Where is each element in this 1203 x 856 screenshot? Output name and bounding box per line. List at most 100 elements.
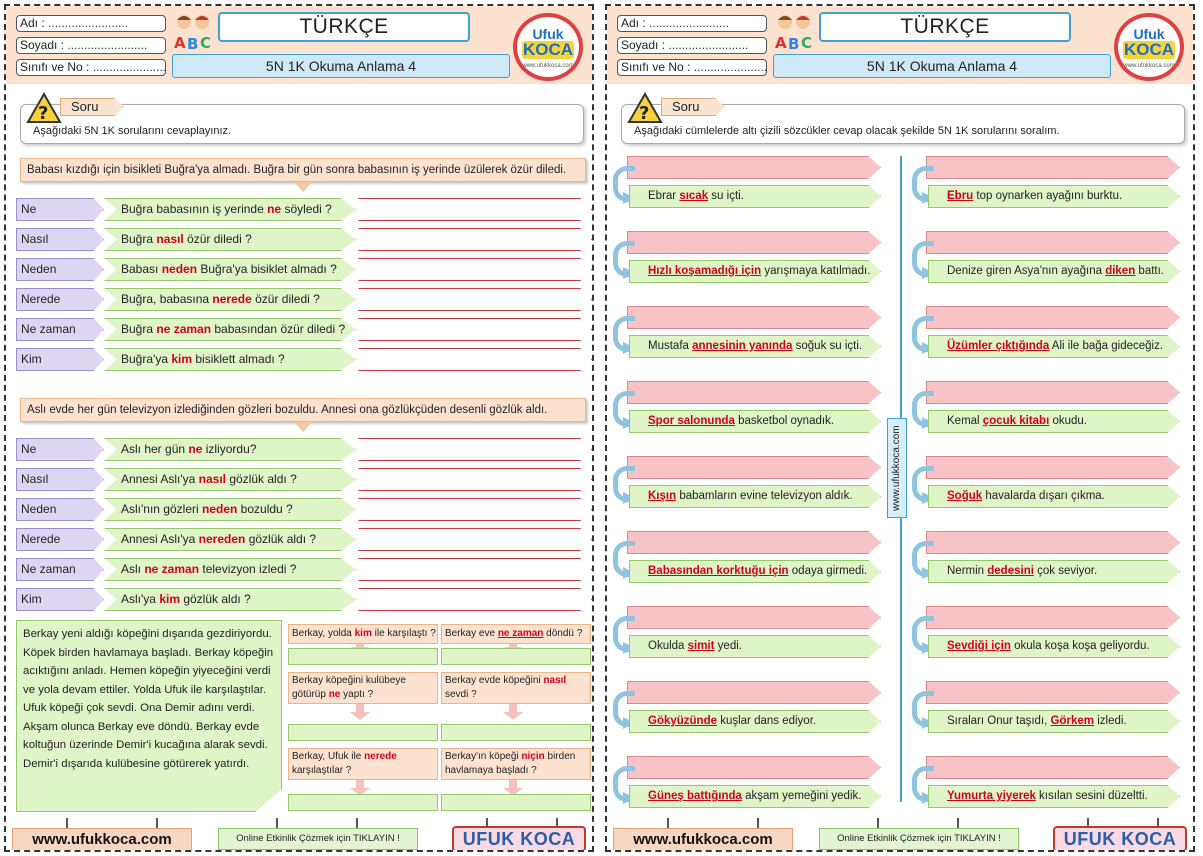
keyword: ne [188,442,203,456]
question-card: Hızlı koşamadığı için yarışmaya katılmad… [613,231,881,293]
ufuk-koca-logo[interactable]: Ufuk KOCA www.ufukkoca.com [513,13,583,81]
mini-answer-field[interactable] [441,648,591,665]
sentence-pre: Babası [121,262,162,276]
question-answer-field[interactable] [627,531,881,554]
ufuk-koca-logo[interactable]: Ufuk KOCA www.ufukkoca.com [1114,13,1184,81]
given-sentence: Yumurta yiyerek kısılan sesini düzeltti. [928,785,1180,808]
online-activity-link[interactable]: Online Etkinlik Çözmek için TIKLAYIN ! [218,828,418,850]
question-answer-field[interactable] [627,756,881,779]
mini-answer-field[interactable] [288,794,438,811]
dots: ........................ [693,60,767,74]
question-answer-field[interactable] [627,156,881,179]
keyword: dedesini [987,565,1034,577]
footer-url[interactable]: www.ufukkoca.com [12,828,192,850]
question-answer-field[interactable] [926,156,1180,179]
keyword: Üzümler çıktığında [947,340,1050,352]
dots: ........................ [668,38,749,52]
answer-field[interactable] [358,528,592,551]
sentence-post: bozuldu ? [237,502,293,516]
sentence-post: söyledi ? [281,202,332,216]
svg-text:?: ? [639,103,649,124]
question-answer-field[interactable] [627,606,881,629]
mini-answer-field[interactable] [288,648,438,665]
svg-text:C: C [801,34,812,52]
answer-field[interactable] [358,228,592,251]
name-field[interactable]: Adı : ........................ [617,15,767,32]
name-field[interactable]: Adı : ........................ [16,15,166,32]
keyword: Spor salonunda [648,415,735,427]
question-card: Gökyüzünde kuşlar dans ediyor. [613,681,881,743]
answer-field[interactable] [358,288,592,311]
keyword: nerede [364,751,397,762]
question-answer-field[interactable] [926,381,1180,404]
answer-field[interactable] [358,588,592,611]
keyword: Güneş battığında [648,790,742,802]
answer-field[interactable] [358,468,592,491]
soru-tag: Soru ? [627,92,727,124]
question-sentence: Aslı ne zaman televizyon izledi ? [104,558,356,581]
sentence-pre: Buğra [121,322,157,336]
mini-question: Berkay evde köpeğini nasıl sevdi ? [441,672,591,704]
name-label: Adı : [20,16,45,30]
answer-field[interactable] [358,498,592,521]
question-answer-field[interactable] [926,606,1180,629]
surname-field[interactable]: Soyadı : ........................ [16,37,166,54]
surname-field[interactable]: Soyadı : ........................ [617,37,767,54]
question-answer-field[interactable] [627,456,881,479]
footer-url[interactable]: www.ufukkoca.com [613,828,793,850]
given-sentence: Sevdiği için okula koşa koşa geliyordu. [928,635,1180,658]
keyword: nereden [198,532,246,546]
class-field[interactable]: Sınıfı ve No : ........................ [617,59,767,76]
question-word: Nerede [16,528,104,551]
question-answer-field[interactable] [926,456,1180,479]
question-answer-field[interactable] [926,231,1180,254]
logo-line1: Ufuk [532,26,564,42]
sentence-post: soğuk su içti. [792,340,863,352]
sentence-pre: Aslı'nın gözleri [121,502,202,516]
name-label: Adı : [621,16,646,30]
answer-field[interactable] [358,258,592,281]
keyword: sıcak [679,190,709,202]
question-word: Kim [16,348,104,371]
sentence-pre: Okulda [648,640,688,652]
given-sentence: Sıraları Onur taşıdı, Görkem izledi. [928,710,1180,733]
pin-icon [877,818,879,828]
keyword: kim [159,592,180,606]
dots: ........................ [67,38,148,52]
pin-icon [66,818,68,828]
footer-brand[interactable]: UFUK KOCA [1053,826,1187,850]
mini-answer-field[interactable] [288,724,438,741]
sentence-post: yedi. [714,640,742,652]
question-answer-field[interactable] [627,231,881,254]
sentence-pre: Buğra babasının iş yerinde [121,202,268,216]
keyword: ne zaman [144,562,200,576]
online-activity-link[interactable]: Online Etkinlik Çözmek için TIKLAYIN ! [819,828,1019,850]
question-answer-field[interactable] [926,306,1180,329]
mini-answer-field[interactable] [441,724,591,741]
question-answer-field[interactable] [627,681,881,704]
footer-brand[interactable]: UFUK KOCA [452,826,586,850]
mini-answer-field[interactable] [441,794,591,811]
vertical-url[interactable]: www.ufukkoca.com [887,418,907,518]
question-answer-field[interactable] [627,381,881,404]
answer-field[interactable] [358,198,592,221]
answer-field[interactable] [358,348,592,371]
sentence-post: yaptı ? [340,689,374,700]
class-field[interactable]: Sınıfı ve No : ........................ [16,59,166,76]
question-answer-field[interactable] [926,756,1180,779]
question-warning-icon: ? [26,92,62,124]
question-answer-field[interactable] [926,531,1180,554]
sentence-post: top oynarken ayağını burktu. [973,190,1123,202]
answer-field[interactable] [358,318,592,341]
keyword: ne [328,689,341,700]
keyword: ne zaman [497,628,544,639]
given-sentence: Soğuk havalarda dışarı çıkma. [928,485,1180,508]
svg-text:C: C [200,34,211,52]
question-card: Mustafa annesinin yanında soğuk su içti. [613,306,881,368]
answer-field[interactable] [358,438,592,461]
question-answer-field[interactable] [627,306,881,329]
question-answer-field[interactable] [926,681,1180,704]
question-row: Nasıl Annesi Aslı'ya nasıl gözlük aldı ? [16,468,592,491]
sentence-post: Buğra'ya bisiklet almadı ? [197,262,337,276]
answer-field[interactable] [358,558,592,581]
